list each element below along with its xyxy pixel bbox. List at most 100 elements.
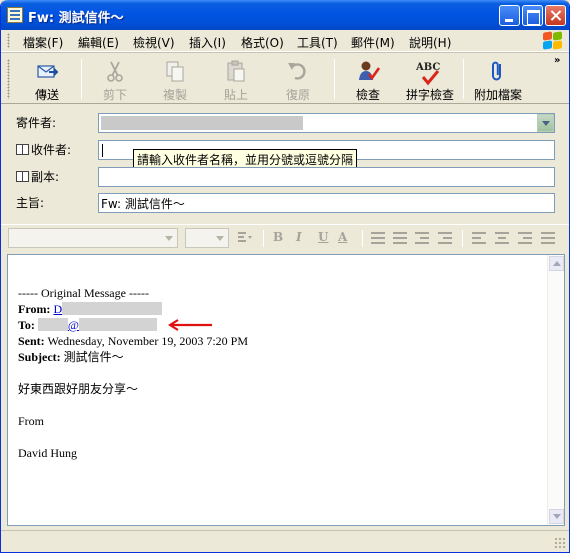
from-account-select[interactable] — [98, 113, 555, 133]
status-bar — [1, 530, 569, 552]
align-center-icon[interactable] — [495, 232, 509, 244]
toolbar-grip[interactable] — [7, 59, 10, 99]
copy-label: 複製 — [162, 88, 187, 102]
font-name-select[interactable] — [8, 228, 178, 248]
copy-button[interactable]: 複製 — [151, 55, 199, 103]
from-label: 寄件者: — [16, 116, 57, 130]
toolbar-separator — [81, 59, 82, 99]
menu-bar: 檔案(F) 編輯(E) 檢視(V) 插入(I) 格式(O) 工具(T) 郵件(M… — [1, 30, 569, 52]
scissors-icon — [107, 61, 123, 82]
text-caret — [102, 144, 103, 157]
vertical-scrollbar[interactable] — [547, 255, 564, 525]
font-color-button[interactable]: A — [338, 230, 347, 244]
to-label-text: 收件者: — [31, 143, 72, 157]
signature-name: David Hung — [18, 446, 77, 460]
menu-format[interactable]: 格式(O) — [241, 34, 284, 51]
redacted-sender-account — [101, 116, 303, 130]
format-toolbar: B I U A — [1, 224, 569, 250]
check-names-label: 檢查 — [355, 88, 380, 102]
toolbar-separator — [463, 59, 464, 99]
paste-button[interactable]: 貼上 — [212, 55, 260, 103]
format-separator — [263, 230, 264, 247]
maximize-button[interactable] — [522, 5, 543, 26]
windows-logo-icon — [542, 31, 564, 51]
menu-help[interactable]: 說明(H) — [409, 34, 451, 51]
quoted-to-link[interactable]: @ — [37, 318, 157, 332]
attach-button[interactable]: 附加檔案 — [471, 55, 525, 103]
menu-grip[interactable] — [7, 33, 10, 48]
to-label[interactable]: 收件者: — [16, 141, 71, 158]
increase-indent-icon[interactable] — [438, 232, 452, 244]
address-book-icon — [16, 171, 29, 182]
subject-field[interactable]: Fw: 測試信件～ — [98, 193, 555, 213]
bold-button[interactable]: B — [273, 230, 283, 244]
spelling-label: 拼字檢查 — [405, 88, 454, 102]
quoted-from-label: From: — [18, 302, 51, 316]
quoted-from-line: From: D — [18, 300, 537, 317]
attach-label: 附加檔案 — [473, 88, 522, 102]
menu-tools[interactable]: 工具(T) — [297, 34, 338, 51]
address-book-icon — [16, 144, 29, 155]
menu-message[interactable]: 郵件(M) — [351, 34, 395, 51]
body-message-line: 好東西跟好朋友分享～ — [18, 382, 139, 396]
check-names-button[interactable]: 檢查 — [343, 55, 393, 103]
resize-grip-icon[interactable] — [554, 537, 566, 549]
numbered-list-icon[interactable] — [371, 232, 385, 244]
close-button[interactable] — [545, 5, 566, 26]
window-title: Fw: 測試信件～ — [28, 11, 124, 26]
redacted-recipient-name — [37, 318, 68, 331]
scroll-up-button[interactable] — [549, 256, 564, 271]
cut-button[interactable]: 剪下 — [91, 55, 139, 103]
undo-icon — [288, 63, 306, 80]
compose-window: Fw: 測試信件～ 檔案(F) 編輯(E) 檢視(V) 插入(I) 格式(O) … — [0, 0, 570, 553]
title-bar[interactable]: Fw: 測試信件～ — [1, 0, 569, 30]
font-size-select[interactable] — [185, 228, 229, 248]
quoted-sent-line: Sent: Wednesday, November 19, 2003 7:20 … — [18, 333, 248, 349]
redacted-recipient-domain — [78, 318, 157, 331]
paste-label: 貼上 — [223, 88, 248, 102]
undo-label: 復原 — [285, 88, 310, 102]
undo-button[interactable]: 復原 — [274, 55, 322, 103]
toolbar: 傳送 剪下 複製 貼上 復原 檢查 ABC 拼字檢查 附加檔案 — [1, 52, 569, 104]
signature-from: From — [18, 414, 45, 428]
menu-file[interactable]: 檔案(F) — [23, 34, 63, 51]
subject-label: 主旨: — [16, 196, 45, 210]
send-button[interactable]: 傳送 — [23, 55, 71, 103]
quoted-from-link[interactable]: D — [53, 302, 163, 316]
quoted-to-label: To: — [18, 318, 35, 332]
align-left-icon[interactable] — [472, 232, 486, 244]
paperclip-icon — [492, 61, 501, 81]
cc-label-text: 副本: — [31, 170, 60, 184]
toolbar-overflow-chevron-icon[interactable]: » — [554, 55, 561, 66]
send-icon — [37, 65, 59, 78]
spelling-button[interactable]: ABC 拼字檢查 — [401, 55, 459, 103]
red-arrow-annotation-icon — [168, 319, 212, 331]
italic-button[interactable]: I — [296, 230, 302, 244]
menu-edit[interactable]: 編輯(E) — [78, 34, 119, 51]
paragraph-style-icon[interactable] — [237, 231, 253, 245]
align-right-icon[interactable] — [518, 232, 532, 244]
send-label: 傳送 — [34, 88, 59, 102]
quoted-subject-label: Subject: — [18, 350, 61, 364]
bullet-list-icon[interactable] — [393, 232, 407, 244]
copy-icon — [166, 61, 184, 82]
menu-insert[interactable]: 插入(I) — [189, 34, 226, 51]
toolbar-separator — [334, 59, 335, 99]
minimize-button[interactable] — [499, 5, 520, 26]
justify-icon[interactable] — [541, 232, 555, 244]
message-body[interactable]: ----- Original Message ----- From: D To:… — [7, 254, 565, 526]
quoted-subject-value: 測試信件～ — [63, 350, 124, 364]
redacted-sender-address — [62, 302, 163, 315]
message-icon — [7, 7, 23, 23]
menu-view[interactable]: 檢視(V) — [133, 34, 175, 51]
scroll-down-button[interactable] — [549, 509, 564, 524]
chevron-down-icon[interactable] — [537, 114, 554, 132]
paste-icon — [227, 60, 245, 82]
decrease-indent-icon[interactable] — [415, 232, 429, 244]
cc-label[interactable]: 副本: — [16, 168, 59, 185]
underline-button[interactable]: U — [318, 230, 328, 244]
cut-label: 剪下 — [102, 88, 127, 102]
cc-field[interactable] — [98, 167, 555, 187]
quoted-subject-line: Subject: 測試信件～ — [18, 349, 248, 365]
format-separator — [462, 230, 463, 247]
